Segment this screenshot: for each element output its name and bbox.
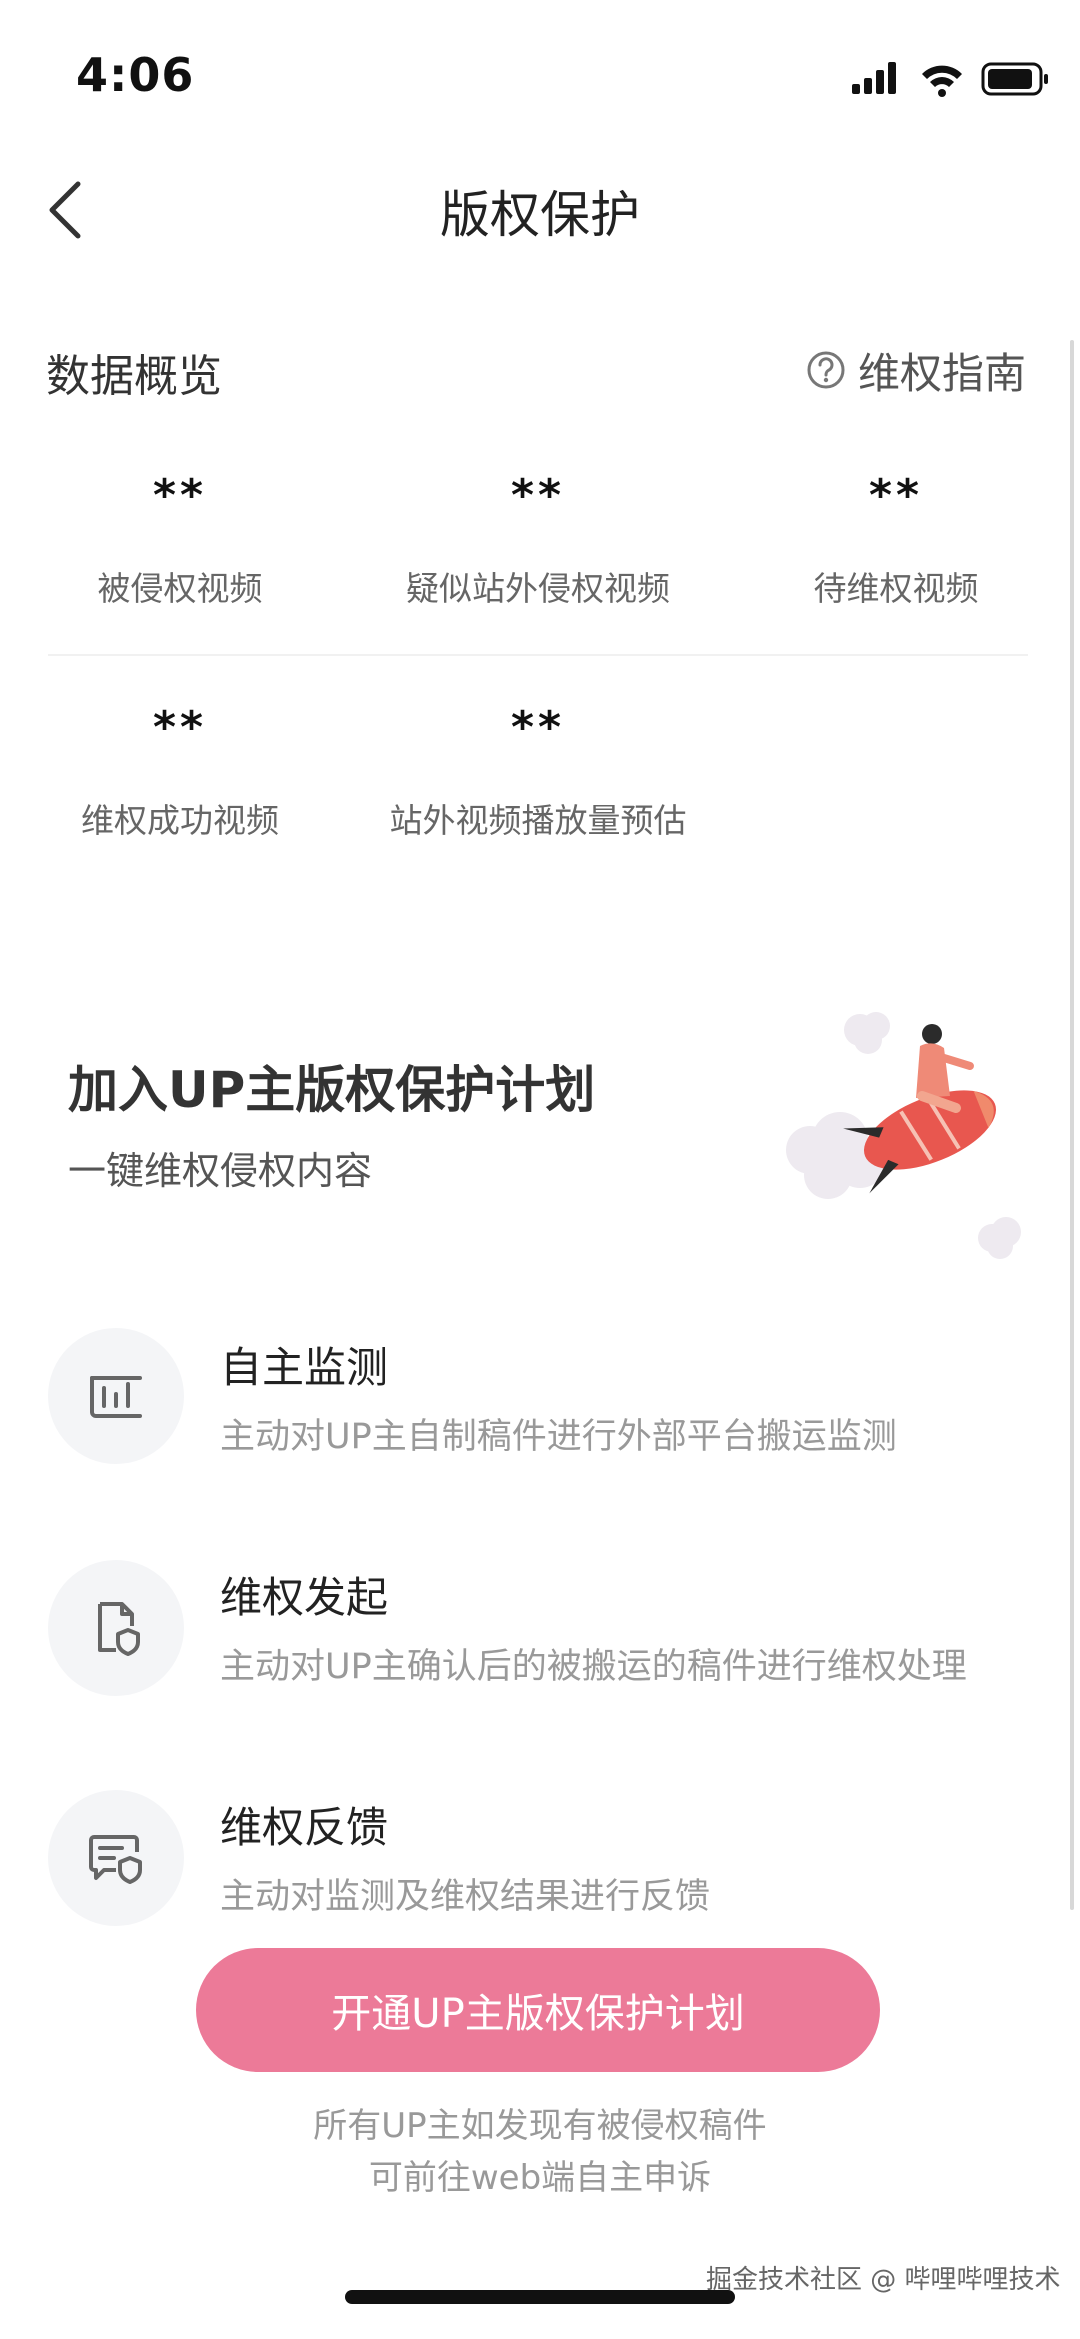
feature-desc: 主动对UP主自制稿件进行外部平台搬运监测 [220,1417,897,1457]
stat-value: ** [510,702,566,753]
battery-icon [981,62,1048,96]
stat-pending-videos[interactable]: ** 待维权视频 [716,470,1076,610]
guide-link[interactable]: 维权指南 [806,340,1026,400]
monitor-chart-icon [90,1376,142,1418]
feature-title: 维权发起 [220,1573,389,1622]
open-protection-plan-button[interactable]: 开通UP主版权保护计划 [196,1948,880,2072]
feature-icon-document [48,1560,184,1696]
stat-value: ** [510,470,566,521]
plan-subtitle: 一键维权侵权内容 [68,1149,373,1193]
watermark: 掘金技术社区 @ 哔哩哔哩技术 [706,2265,1061,2295]
status-icons [852,62,1048,97]
stat-infringed-videos[interactable]: ** 被侵权视频 [0,470,360,610]
scrollbar[interactable] [1070,340,1074,1910]
note-line-2: 可前往web端自主申诉 [368,2158,712,2198]
stat-label: 被侵权视频 [97,569,263,608]
stat-value: ** [152,470,208,521]
feature-desc: 主动对UP主确认后的被搬运的稿件进行维权处理 [220,1647,967,1687]
feature-desc: 主动对监测及维权结果进行反馈 [220,1877,711,1917]
page-title: 版权保护 [440,186,640,244]
home-indicator[interactable] [345,2290,735,2304]
cellular-signal-icon [852,62,896,94]
message-shield-icon [89,1835,142,1884]
overview-title: 数据概览 [46,351,222,402]
rocket-girl-illustration [786,1012,1021,1259]
feature-title: 自主监测 [220,1343,389,1392]
feature-icon-message [48,1790,184,1926]
stat-label: 站外视频播放量预估 [389,801,687,840]
status-time: 4:06 [76,48,195,102]
stat-suspected-offsite-videos[interactable]: ** 疑似站外侵权视频 [358,470,718,610]
stat-value: ** [152,702,208,753]
stat-label: 待维权视频 [813,569,979,608]
wifi-icon [922,65,962,97]
stat-label: 维权成功视频 [81,801,279,840]
feature-icon-monitor [48,1328,184,1464]
stat-value: ** [868,470,924,521]
feature-title: 维权反馈 [220,1803,389,1852]
note-line-1: 所有UP主如发现有被侵权稿件 [313,2106,767,2146]
guide-label: 维权指南 [858,348,1027,398]
divider [48,654,1028,656]
stat-offsite-views-estimate[interactable]: ** 站外视频播放量预估 [358,702,718,842]
stat-success-videos[interactable]: ** 维权成功视频 [0,702,360,842]
question-circle-icon [807,351,845,389]
document-shield-icon [98,1602,140,1656]
plan-title: 加入UP主版权保护计划 [68,1061,596,1119]
stat-label: 疑似站外侵权视频 [406,569,670,608]
